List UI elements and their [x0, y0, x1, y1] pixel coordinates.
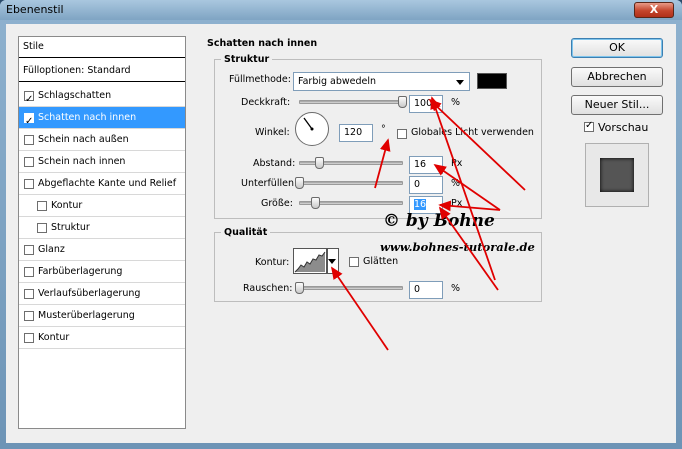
- style-checkbox[interactable]: [24, 157, 34, 167]
- style-preview: [585, 143, 649, 207]
- blend-mode-select[interactable]: Farbig abwedeln: [293, 72, 470, 91]
- style-checkbox[interactable]: [24, 135, 34, 145]
- style-list-item-label: Glanz: [38, 244, 65, 255]
- title-bar[interactable]: Ebenenstil X: [0, 0, 682, 20]
- style-list-item-label: Farbüberlagerung: [38, 266, 123, 277]
- contour-curve-icon: [294, 251, 326, 273]
- contour-preview[interactable]: [293, 248, 327, 274]
- blend-mode-label: Füllmethode:: [229, 74, 291, 85]
- style-list-item-label: Kontur: [51, 200, 83, 211]
- blend-mode-value: Farbig abwedeln: [298, 76, 377, 87]
- panel-title: Schatten nach innen: [204, 38, 321, 49]
- global-light-label: Globales Licht verwenden: [411, 127, 534, 138]
- chevron-down-icon: [456, 80, 464, 85]
- style-list-item-label: Abgeflachte Kante und Relief: [38, 178, 177, 189]
- new-style-button[interactable]: Neuer Stil...: [571, 95, 663, 115]
- style-checkbox[interactable]: [24, 333, 34, 343]
- style-checkbox[interactable]: [37, 223, 47, 233]
- angle-input[interactable]: 120: [339, 124, 373, 142]
- angle-label: Winkel:: [255, 127, 290, 138]
- structure-group-title: Struktur: [221, 54, 273, 65]
- style-checkbox[interactable]: [24, 89, 34, 111]
- dialog-window: Ebenenstil X Stile Fülloptionen: Standar…: [0, 0, 682, 449]
- blending-options-item[interactable]: Fülloptionen: Standard: [19, 61, 185, 82]
- angle-dial[interactable]: [295, 112, 329, 146]
- choke-slider-track[interactable]: [299, 181, 403, 185]
- noise-label: Rauschen:: [243, 283, 293, 294]
- style-list-item-label: Musterüberlagerung: [38, 310, 135, 321]
- style-list-item[interactable]: Schatten nach innen: [19, 107, 185, 133]
- opacity-slider-thumb[interactable]: [398, 96, 407, 108]
- style-checkbox[interactable]: [24, 179, 34, 189]
- ok-button[interactable]: OK: [571, 38, 663, 58]
- style-list-item-label: Verlaufsüberlagerung: [38, 288, 141, 299]
- style-list-item-label: Schatten nach innen: [38, 112, 137, 123]
- style-checkbox[interactable]: [37, 201, 47, 211]
- style-list-item[interactable]: Kontur: [19, 195, 185, 217]
- style-list-item[interactable]: Schein nach außen: [19, 129, 185, 151]
- style-checkbox[interactable]: [24, 111, 34, 133]
- style-list-item[interactable]: Verlaufsüberlagerung: [19, 283, 185, 305]
- style-list-header[interactable]: Stile: [19, 37, 185, 58]
- choke-unit: %: [451, 178, 461, 189]
- anti-alias-checkbox[interactable]: [349, 257, 359, 267]
- contour-dropdown[interactable]: [327, 248, 339, 274]
- style-checkbox[interactable]: [24, 311, 34, 321]
- size-slider-thumb[interactable]: [311, 197, 320, 209]
- style-list-item[interactable]: Schein nach innen: [19, 151, 185, 173]
- noise-slider-thumb[interactable]: [295, 282, 304, 294]
- close-button[interactable]: X: [634, 2, 674, 18]
- opacity-label: Deckkraft:: [241, 97, 291, 108]
- style-list-item[interactable]: Farbüberlagerung: [19, 261, 185, 283]
- angle-unit: °: [381, 124, 386, 135]
- style-list-item-label: Kontur: [38, 332, 70, 343]
- size-input-value: 16: [414, 199, 427, 210]
- watermark-copyright: © by Bohne: [383, 211, 495, 231]
- noise-unit: %: [451, 283, 461, 294]
- preview-checkbox[interactable]: [584, 120, 594, 132]
- opacity-slider-track[interactable]: [299, 100, 403, 104]
- shadow-color-swatch[interactable]: [477, 73, 507, 89]
- dialog-client-area: Stile Fülloptionen: Standard Schlagschat…: [6, 24, 676, 443]
- style-list-item[interactable]: Kontur: [19, 327, 185, 349]
- size-unit: Px: [451, 198, 463, 209]
- preview-label: Vorschau: [598, 121, 649, 134]
- choke-input[interactable]: 0: [409, 176, 443, 194]
- chevron-down-icon: [328, 259, 336, 264]
- distance-input[interactable]: 16: [409, 156, 443, 174]
- size-label: Größe:: [261, 198, 293, 209]
- style-list-item[interactable]: Glanz: [19, 239, 185, 261]
- opacity-unit: %: [451, 97, 461, 108]
- distance-slider-thumb[interactable]: [315, 157, 324, 169]
- style-list-item-label: Schein nach innen: [38, 156, 126, 167]
- preview-swatch: [600, 158, 634, 192]
- structure-group: Struktur Füllmethode: Farbig abwedeln De…: [214, 54, 542, 219]
- noise-slider-track[interactable]: [299, 286, 403, 290]
- distance-unit: Px: [451, 158, 463, 169]
- watermark-url: www.bohnes-tutorale.de: [380, 240, 535, 254]
- style-list-item[interactable]: Struktur: [19, 217, 185, 239]
- quality-group-title: Qualität: [221, 227, 271, 238]
- window-title: Ebenenstil: [6, 3, 64, 16]
- style-list-item-label: Struktur: [51, 222, 90, 233]
- style-list-item[interactable]: Musterüberlagerung: [19, 305, 185, 327]
- noise-input[interactable]: 0: [409, 281, 443, 299]
- choke-slider-thumb[interactable]: [295, 177, 304, 189]
- angle-needle-icon: [303, 117, 314, 131]
- anti-alias-label: Glätten: [363, 256, 399, 267]
- global-light-checkbox[interactable]: [397, 129, 407, 139]
- opacity-input[interactable]: 100: [409, 95, 443, 113]
- style-list-item-label: Schlagschatten: [38, 90, 112, 101]
- style-list-item-label: Schein nach außen: [38, 134, 129, 145]
- style-checkbox[interactable]: [24, 245, 34, 255]
- style-list: Stile Fülloptionen: Standard Schlagschat…: [18, 36, 186, 429]
- cancel-button[interactable]: Abbrechen: [571, 67, 663, 87]
- choke-label: Unterfüllen:: [241, 178, 298, 189]
- distance-label: Abstand:: [253, 158, 296, 169]
- style-list-item[interactable]: Abgeflachte Kante und Relief: [19, 173, 185, 195]
- style-checkbox[interactable]: [24, 267, 34, 277]
- style-checkbox[interactable]: [24, 289, 34, 299]
- contour-label: Kontur:: [255, 257, 290, 268]
- style-list-item[interactable]: Schlagschatten: [19, 85, 185, 111]
